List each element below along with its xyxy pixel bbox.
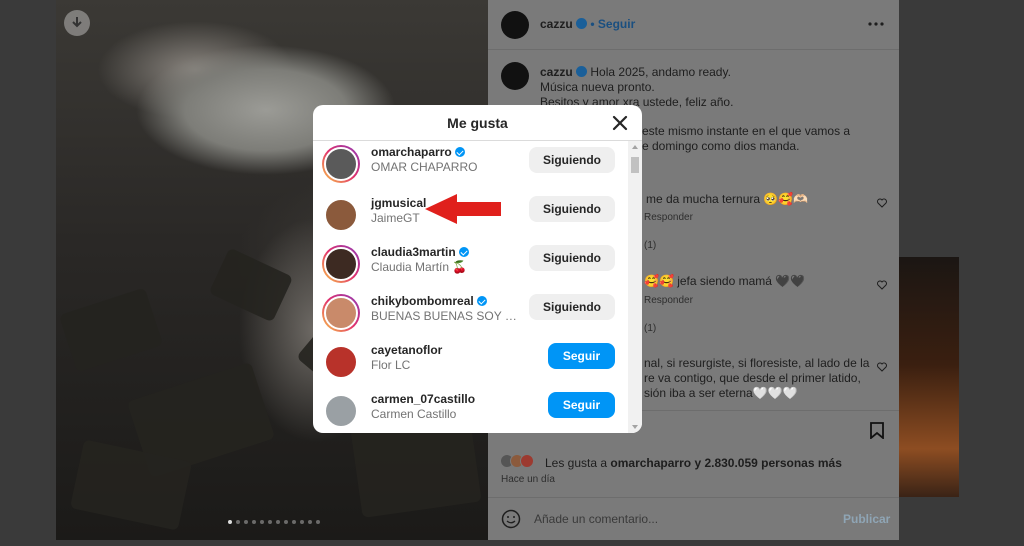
avatar-image	[324, 296, 358, 330]
more-icon[interactable]	[868, 22, 884, 26]
bookmark-icon[interactable]	[870, 422, 884, 439]
list-item[interactable]: claudia3martin Claudia Martín 🍒 Siguiend…	[313, 239, 628, 288]
likes-list[interactable]: omarchaparro OMAR CHAPARRO Siguiendo jgm…	[313, 141, 628, 433]
avatar[interactable]	[322, 392, 360, 430]
scroll-down-icon[interactable]	[632, 425, 638, 429]
list-item[interactable]: omarchaparro OMAR CHAPARRO Siguiendo	[313, 141, 628, 190]
username[interactable]: chikybombomreal	[371, 294, 487, 308]
comment-1-reply[interactable]: Responder	[644, 212, 693, 223]
caption-line-1: Hola 2025, andamo ready.	[590, 65, 731, 79]
likes-modal: Me gusta omarchaparro OMAR CHAPARRO Sigu…	[313, 105, 642, 433]
comment-3-line-2: re va contigo, que desde el primer latid…	[644, 371, 861, 385]
likes-prefix: Les gusta a	[545, 456, 608, 470]
post-timestamp: Hace un día	[501, 474, 555, 485]
emoji-icon[interactable]	[501, 509, 521, 529]
comment-input[interactable]: Añade un comentario...	[534, 512, 658, 526]
username[interactable]: jgmusical	[371, 196, 426, 210]
following-button[interactable]: Siguiendo	[529, 147, 615, 173]
scroll-up-icon[interactable]	[632, 145, 638, 149]
username[interactable]: carmen_07castillo	[371, 392, 475, 406]
author-avatar[interactable]	[501, 11, 529, 39]
verified-icon	[458, 247, 469, 257]
close-icon[interactable]	[610, 113, 630, 133]
verified-icon	[454, 147, 465, 157]
caption-fragment-2: e domingo como dios manda.	[642, 139, 800, 153]
comment-1-text: me da mucha ternura 🥺🥰🫶🏻	[646, 192, 809, 206]
comment-bar: Añade un comentario... Publicar	[488, 497, 899, 540]
avatar-image	[324, 147, 358, 181]
verified-icon	[576, 18, 588, 29]
full-name: OMAR CHAPARRO	[371, 160, 478, 174]
like-comment-icon[interactable]	[877, 362, 887, 372]
avatar-image	[324, 394, 358, 428]
following-button[interactable]: Siguiendo	[529, 294, 615, 320]
caption-fragment-1: este mismo instante en el que vamos a	[642, 124, 851, 138]
follow-button[interactable]: Seguir	[548, 392, 615, 418]
following-button[interactable]: Siguiendo	[529, 196, 615, 222]
full-name: Carmen Castillo	[371, 407, 457, 421]
comment-2-replies-count[interactable]: (1)	[644, 323, 656, 334]
comment-2-text: 🥰🥰 jefa siendo mamá 🖤🖤	[644, 274, 806, 288]
avatar[interactable]	[322, 145, 360, 183]
avatar[interactable]	[322, 245, 360, 283]
full-name: BUENAS BUENAS SOY CHI...	[371, 309, 521, 323]
modal-header: Me gusta	[313, 105, 642, 141]
like-comment-icon[interactable]	[877, 198, 887, 208]
list-item[interactable]: carmen_07castillo Carmen Castillo Seguir	[313, 386, 628, 433]
comment-3-line-3: sión iba a ser eterna🤍🤍🤍	[644, 386, 798, 400]
follow-link[interactable]: Seguir	[598, 17, 635, 31]
avatar-image	[324, 247, 358, 281]
caption-author[interactable]: cazzu	[540, 65, 573, 79]
author-username[interactable]: cazzu	[540, 17, 573, 31]
caption-line-2: Música nueva pronto.	[540, 80, 655, 94]
modal-title: Me gusta	[447, 114, 508, 131]
carousel-dots	[228, 520, 320, 524]
verified-icon	[576, 66, 588, 77]
username[interactable]: omarchaparro	[371, 145, 465, 159]
full-name: Claudia Martín 🍒	[371, 260, 468, 274]
following-button[interactable]: Siguiendo	[529, 245, 615, 271]
like-comment-icon[interactable]	[877, 280, 887, 290]
caption-avatar[interactable]	[501, 62, 529, 90]
comment-1-replies-count[interactable]: (1)	[644, 240, 656, 251]
download-button[interactable]	[64, 10, 90, 36]
username[interactable]: claudia3martin	[371, 245, 469, 259]
liked-by-avatars	[500, 454, 534, 468]
avatar-image	[324, 198, 358, 232]
avatar[interactable]	[322, 343, 360, 381]
scrollbar-thumb[interactable]	[631, 157, 639, 173]
annotation-arrow	[425, 194, 501, 224]
publish-button[interactable]: Publicar	[843, 512, 890, 526]
list-item[interactable]: cayetanoflor Flor LC Seguir	[313, 337, 628, 386]
full-name: Flor LC	[371, 358, 411, 372]
verified-icon	[476, 296, 487, 306]
comment-3-line-1: nal, si resurgiste, si floresiste, al la…	[644, 356, 870, 370]
avatar[interactable]	[322, 294, 360, 332]
comment-2-reply[interactable]: Responder	[644, 295, 693, 306]
likes-count[interactable]: y 2.830.059 personas más	[694, 456, 841, 470]
next-post-thumbnail[interactable]	[899, 257, 959, 497]
scrollbar[interactable]	[628, 141, 642, 433]
avatar[interactable]	[322, 196, 360, 234]
username[interactable]: cayetanoflor	[371, 343, 442, 357]
avatar-image	[324, 345, 358, 379]
follow-button[interactable]: Seguir	[548, 343, 615, 369]
download-icon	[72, 17, 82, 28]
list-item[interactable]: chikybombomreal BUENAS BUENAS SOY CHI...…	[313, 288, 628, 337]
likes-user[interactable]: omarchaparro	[610, 456, 691, 470]
